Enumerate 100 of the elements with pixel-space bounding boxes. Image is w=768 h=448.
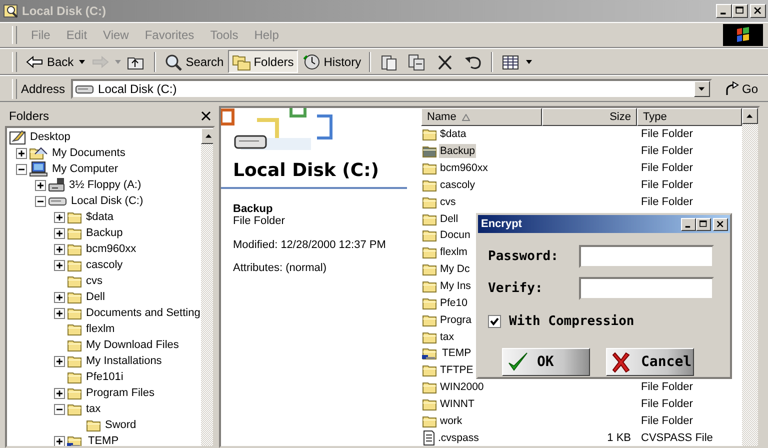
expand-toggle-icon[interactable]	[54, 244, 65, 254]
scrollbar[interactable]	[201, 128, 213, 446]
file-name[interactable]: My Ins	[439, 279, 472, 294]
input-field[interactable]	[579, 277, 714, 300]
close-button[interactable]	[713, 218, 728, 230]
expand-toggle-icon[interactable]	[54, 356, 65, 366]
expand-toggle-icon[interactable]	[35, 196, 46, 206]
folder-icon	[67, 338, 83, 352]
column-header[interactable]: Name	[421, 108, 542, 126]
maximize-button[interactable]	[732, 4, 748, 18]
file-name[interactable]: WINNT	[439, 396, 476, 411]
file-name[interactable]: work	[439, 414, 464, 428]
folder-icon	[422, 262, 438, 276]
expand-toggle-icon[interactable]	[54, 212, 65, 222]
file-type: File Folder	[641, 128, 693, 140]
tree-item[interactable]: flexlm	[85, 323, 116, 335]
expand-toggle-icon[interactable]	[54, 404, 65, 414]
file-name[interactable]: flexlm	[439, 245, 468, 260]
scroll-up-button[interactable]	[201, 128, 213, 144]
folder-icon	[422, 194, 438, 209]
address-field[interactable]: Local Disk (C:)	[71, 78, 712, 98]
expand-toggle-icon[interactable]	[35, 180, 46, 190]
dropdown-button[interactable]	[694, 80, 710, 96]
file-name[interactable]: TEMP	[441, 346, 472, 360]
expand-toggle-icon[interactable]	[54, 436, 65, 446]
desktop-icon	[9, 129, 27, 145]
tree-item[interactable]: $data	[85, 211, 115, 223]
close-button[interactable]	[750, 4, 766, 18]
file-name[interactable]: Backup	[439, 144, 476, 158]
expand-toggle-icon[interactable]	[54, 292, 65, 302]
file-name[interactable]: TFTPE	[439, 363, 474, 378]
copy-to-folder-icon	[407, 52, 428, 70]
minimize-button[interactable]	[716, 4, 732, 18]
file-name[interactable]: Docun	[439, 228, 472, 242]
file-name[interactable]: $data	[439, 127, 468, 142]
expand-toggle-icon[interactable]	[54, 308, 65, 318]
folder-icon	[422, 296, 438, 310]
file-name[interactable]: Progra	[439, 312, 473, 327]
documents-folder-icon	[29, 146, 49, 160]
tree-item[interactable]: tax	[85, 403, 102, 415]
maximize-button[interactable]	[696, 218, 711, 230]
go-button[interactable]: Go	[716, 80, 762, 96]
scroll-up-button[interactable]	[742, 108, 758, 124]
cancel-button[interactable]: Cancel	[606, 348, 694, 376]
close-icon[interactable]	[201, 111, 211, 121]
folder-icon	[67, 322, 83, 336]
file-name[interactable]: Dell	[439, 212, 460, 226]
tree-item[interactable]: Sword	[104, 419, 138, 431]
tree-item[interactable]: Documents and Setting	[85, 307, 202, 319]
folders-icon	[232, 52, 252, 70]
file-name[interactable]: My Dc	[439, 262, 471, 276]
tree-item[interactable]: Program Files	[85, 387, 156, 399]
expand-toggle-icon[interactable]	[16, 164, 27, 174]
tree-item[interactable]: cascoly	[85, 259, 124, 271]
file-name[interactable]: cascoly	[439, 178, 476, 192]
tree-item[interactable]: TEMP	[87, 435, 120, 446]
expand-toggle-icon[interactable]	[54, 228, 65, 238]
drive-icon	[48, 195, 68, 207]
folder-icon	[67, 370, 83, 384]
tree-item[interactable]: cvs	[85, 275, 104, 287]
file-name[interactable]: Pfe10	[439, 296, 468, 310]
tree-item[interactable]: My Download Files	[85, 339, 180, 351]
checkbox[interactable]	[488, 315, 501, 328]
scrollbar[interactable]	[742, 108, 758, 446]
folders-button[interactable]: Folders	[228, 50, 298, 73]
pane-title: Folders	[9, 109, 50, 123]
ok-button[interactable]: OK	[502, 348, 590, 376]
search-button[interactable]: Search	[160, 50, 228, 73]
tree-item[interactable]: Backup	[85, 227, 124, 239]
file-name[interactable]: .cvspass	[437, 430, 480, 445]
expand-toggle-icon[interactable]	[54, 260, 65, 270]
tree-item[interactable]: Desktop	[29, 131, 72, 143]
tree-item[interactable]: My Documents	[51, 147, 126, 159]
input-field[interactable]	[579, 245, 714, 268]
column-header[interactable]: Size	[542, 108, 637, 126]
windows-logo-icon	[723, 24, 763, 46]
tree-item[interactable]: My Installations	[85, 355, 163, 367]
field-label: Password:	[488, 249, 558, 264]
item-name: Backup	[232, 203, 274, 215]
history-button[interactable]: History	[298, 50, 366, 73]
folder-icon	[67, 210, 83, 224]
expand-toggle-icon[interactable]	[54, 388, 65, 398]
back-button[interactable]: Back	[21, 50, 78, 73]
modified-date: Modified: 12/28/2000 12:37 PM	[232, 239, 387, 251]
folder-icon	[67, 242, 83, 256]
folder-icon	[67, 306, 83, 320]
file-name[interactable]: tax	[439, 330, 456, 344]
tree-item[interactable]: Local Disk (C:)	[70, 195, 144, 207]
tree-item[interactable]: Dell	[85, 291, 106, 303]
tree-item[interactable]: 3½ Floppy (A:)	[68, 179, 142, 191]
file-name[interactable]: WIN2000	[439, 380, 485, 394]
column-header[interactable]: Type	[637, 108, 742, 126]
folder-icon	[422, 161, 438, 176]
tree-item[interactable]: Pfe101i	[85, 371, 124, 383]
tree-item[interactable]: bcm960xx	[85, 243, 138, 255]
tree-item[interactable]: My Computer	[51, 163, 120, 175]
minimize-button[interactable]	[681, 218, 696, 230]
expand-toggle-icon[interactable]	[16, 148, 27, 158]
file-name[interactable]: bcm960xx	[439, 161, 489, 176]
file-name[interactable]: cvs	[439, 194, 457, 209]
